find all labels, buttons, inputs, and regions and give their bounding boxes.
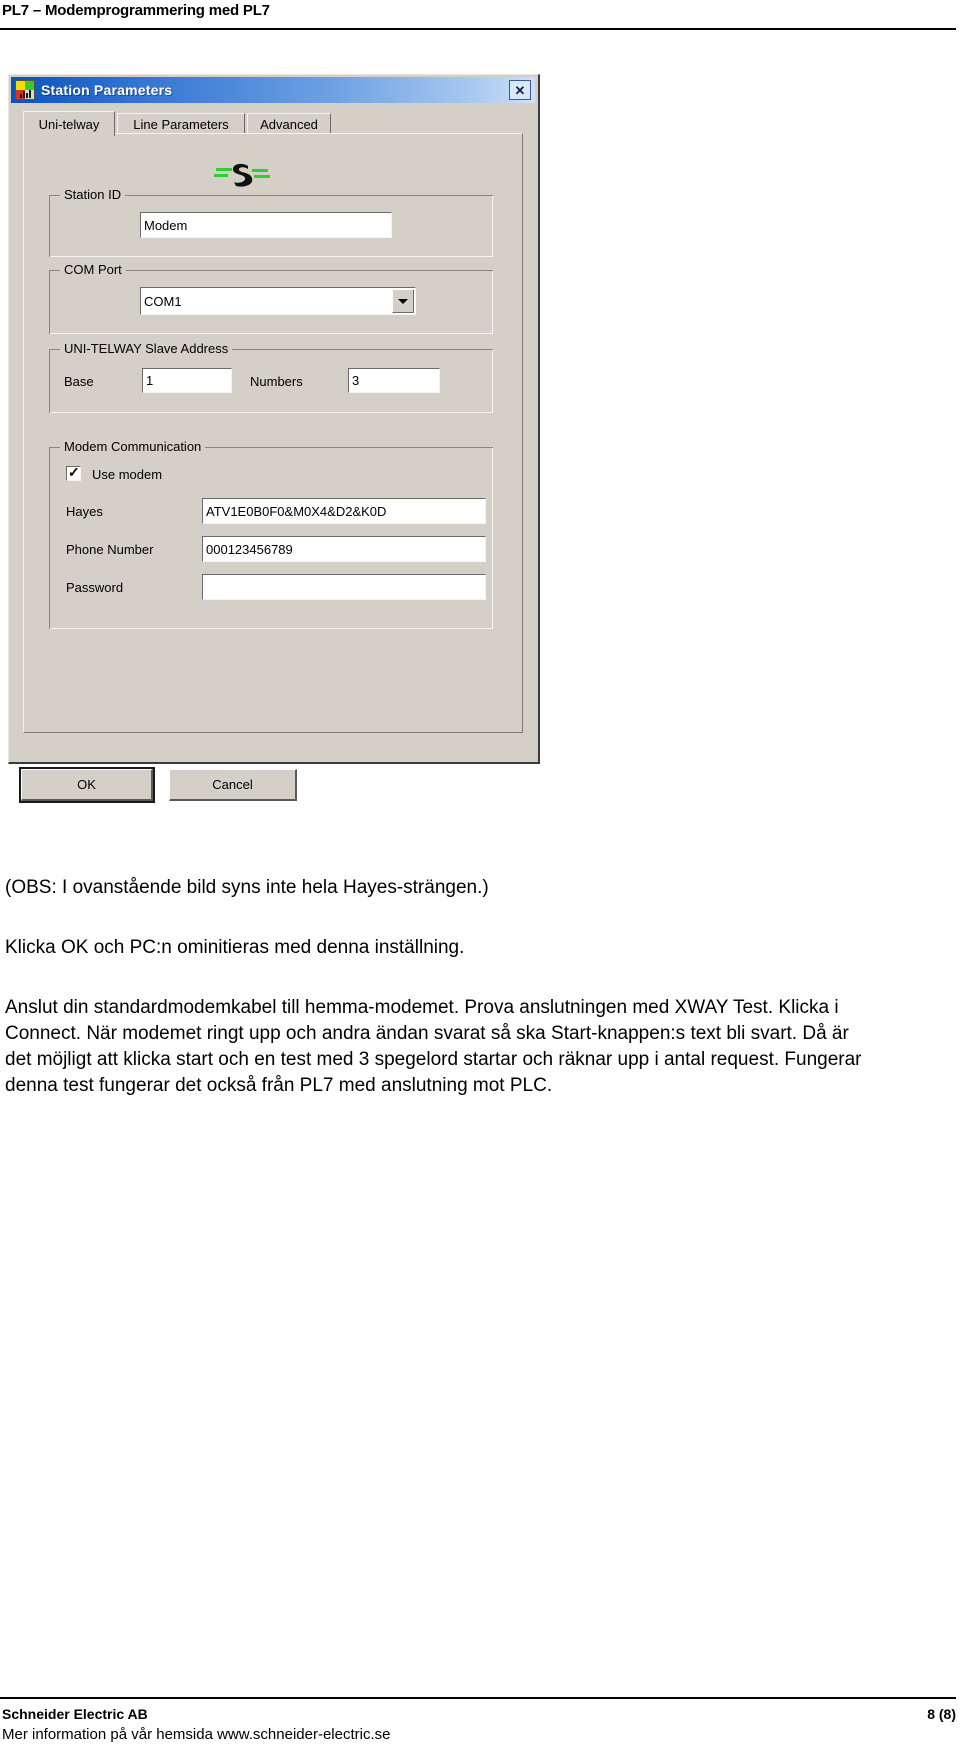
numbers-label: Numbers xyxy=(250,374,303,389)
schneider-logo-icon xyxy=(214,161,270,187)
group-com-port: COM Port COM1 xyxy=(49,262,493,334)
instruction-paragraph-1: Klicka OK och PC:n ominitieras med denna… xyxy=(5,937,465,958)
phone-number-input[interactable]: 000123456789 xyxy=(202,536,486,562)
group-modem-communication: Modem Communication Use modem Hayes ATV1… xyxy=(49,439,493,629)
tab-line-parameters[interactable]: Line Parameters xyxy=(117,113,245,135)
cancel-button[interactable]: Cancel xyxy=(169,769,297,801)
tab-advanced[interactable]: Advanced xyxy=(247,113,331,135)
station-id-input[interactable]: Modem xyxy=(140,212,392,238)
base-stepper[interactable]: 1 xyxy=(142,368,232,393)
footer-divider xyxy=(0,1697,956,1699)
group-modem-communication-label: Modem Communication xyxy=(60,439,206,454)
chevron-down-icon[interactable] xyxy=(392,289,414,313)
use-modem-label: Use modem xyxy=(92,467,163,482)
group-station-id-label: Station ID xyxy=(60,187,126,202)
use-modem-checkbox[interactable] xyxy=(66,464,81,481)
ok-button[interactable]: OK xyxy=(19,767,155,803)
footer-page-number: 8 (8) xyxy=(927,1706,956,1722)
phone-number-label: Phone Number xyxy=(66,542,154,557)
tab-uni-telway[interactable]: Uni-telway xyxy=(23,111,115,136)
group-slave-address-label: UNI-TELWAY Slave Address xyxy=(60,341,233,356)
com-port-select[interactable]: COM1 xyxy=(140,287,416,315)
hayes-note-paragraph: (OBS: I ovanstående bild syns inte hela … xyxy=(5,877,489,898)
document-header: PL7 – Modemprogrammering med PL7 xyxy=(0,0,960,38)
footer-company: Schneider Electric AB xyxy=(2,1706,148,1722)
dialog-titlebar: Station Parameters ✕ xyxy=(11,77,535,103)
footer-website: Mer information på vår hemsida www.schne… xyxy=(2,1726,391,1743)
numbers-stepper[interactable]: 3 xyxy=(348,368,440,393)
application-icon xyxy=(15,80,35,100)
hayes-input[interactable]: ATV1E0B0F0&M0X4&D2&K0D xyxy=(202,498,486,524)
password-input[interactable] xyxy=(202,574,486,600)
password-label: Password xyxy=(66,580,124,595)
close-icon[interactable]: ✕ xyxy=(509,80,531,100)
group-station-id: Station ID Modem xyxy=(49,187,493,257)
group-com-port-label: COM Port xyxy=(60,262,126,277)
header-divider xyxy=(0,28,956,30)
dialog-title: Station Parameters xyxy=(41,82,173,98)
com-port-selected-value: COM1 xyxy=(144,293,182,309)
document-header-title: PL7 – Modemprogrammering med PL7 xyxy=(2,2,270,19)
group-slave-address: UNI-TELWAY Slave Address Base 1 Numbers … xyxy=(49,341,493,413)
station-parameters-dialog: Station Parameters ✕ Uni-telway Line Par… xyxy=(8,74,540,803)
base-label: Base xyxy=(64,374,94,389)
instruction-paragraph-2: Anslut din standardmodemkabel till hemma… xyxy=(5,997,862,1096)
tabstrip: Uni-telway Line Parameters Advanced xyxy=(23,111,523,136)
hayes-label: Hayes xyxy=(66,504,103,519)
